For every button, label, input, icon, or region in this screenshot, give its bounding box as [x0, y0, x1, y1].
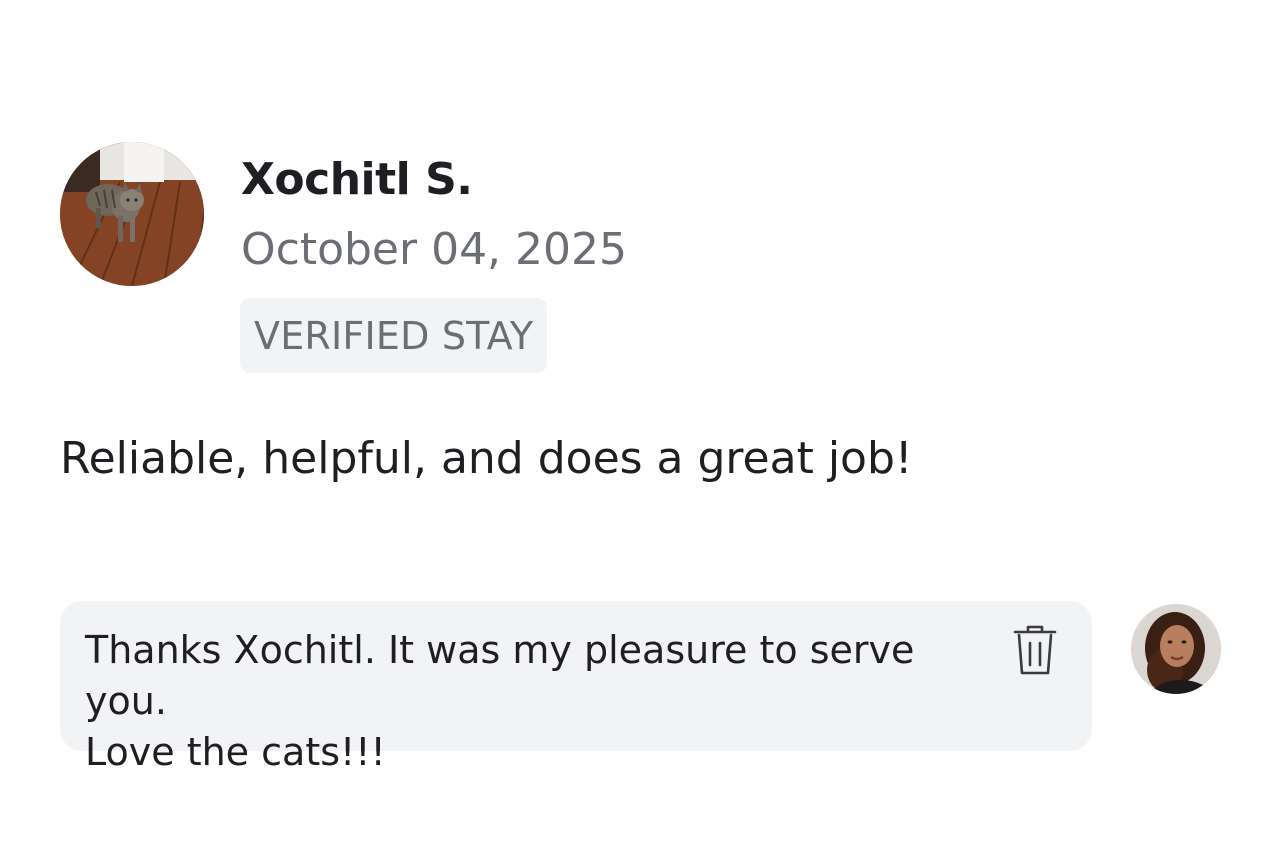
- reviewer-avatar[interactable]: [60, 142, 204, 286]
- review-text: Reliable, helpful, and does a great job!: [60, 433, 913, 484]
- trash-icon[interactable]: [1011, 623, 1059, 677]
- reviewer-name: Xochitl S.: [241, 154, 473, 205]
- host-reply-bubble: Thanks Xochitl. It was my pleasure to se…: [60, 601, 1092, 774]
- host-reply-text: Thanks Xochitl. It was my pleasure to se…: [85, 628, 915, 774]
- host-avatar[interactable]: [1131, 604, 1221, 694]
- verified-stay-badge: VERIFIED STAY: [240, 298, 548, 373]
- review-date: October 04, 2025: [241, 224, 628, 275]
